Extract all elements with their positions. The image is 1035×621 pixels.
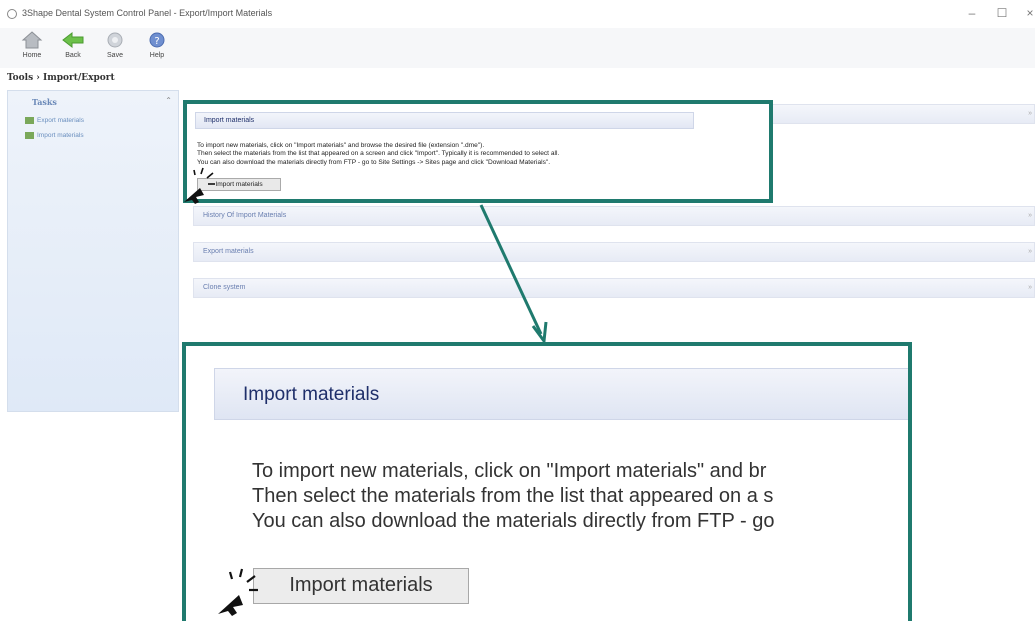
zoom-import-materials-button: Import materials xyxy=(253,568,469,604)
import-materials-header[interactable]: Import materials xyxy=(195,112,694,129)
click-pointer-icon xyxy=(184,167,215,204)
zoomed-import-panel: Import materials To import new materials… xyxy=(182,342,912,621)
zoom-instruction-line: You can also download the materials dire… xyxy=(252,510,775,532)
import-materials-callout: Import materials To import new materials… xyxy=(183,100,773,203)
import-instructions: To import new materials, click on "Impor… xyxy=(197,142,559,167)
zoom-click-pointer-icon xyxy=(218,568,258,616)
instruction-line: Then select the materials from the list … xyxy=(197,150,560,158)
zoom-import-materials-header: Import materials xyxy=(214,368,908,420)
instruction-line: To import new materials, click on "Impor… xyxy=(197,142,485,149)
zoom-instructions: To import new materials, click on "Impor… xyxy=(252,459,774,534)
instruction-line: You can also download the materials dire… xyxy=(197,158,551,166)
zoom-instruction-line: To import new materials, click on "Impor… xyxy=(252,460,767,482)
zoom-section-title: Import materials xyxy=(243,384,380,405)
zoom-instruction-line: Then select the materials from the list … xyxy=(252,485,774,507)
section-title: Import materials xyxy=(204,117,255,124)
